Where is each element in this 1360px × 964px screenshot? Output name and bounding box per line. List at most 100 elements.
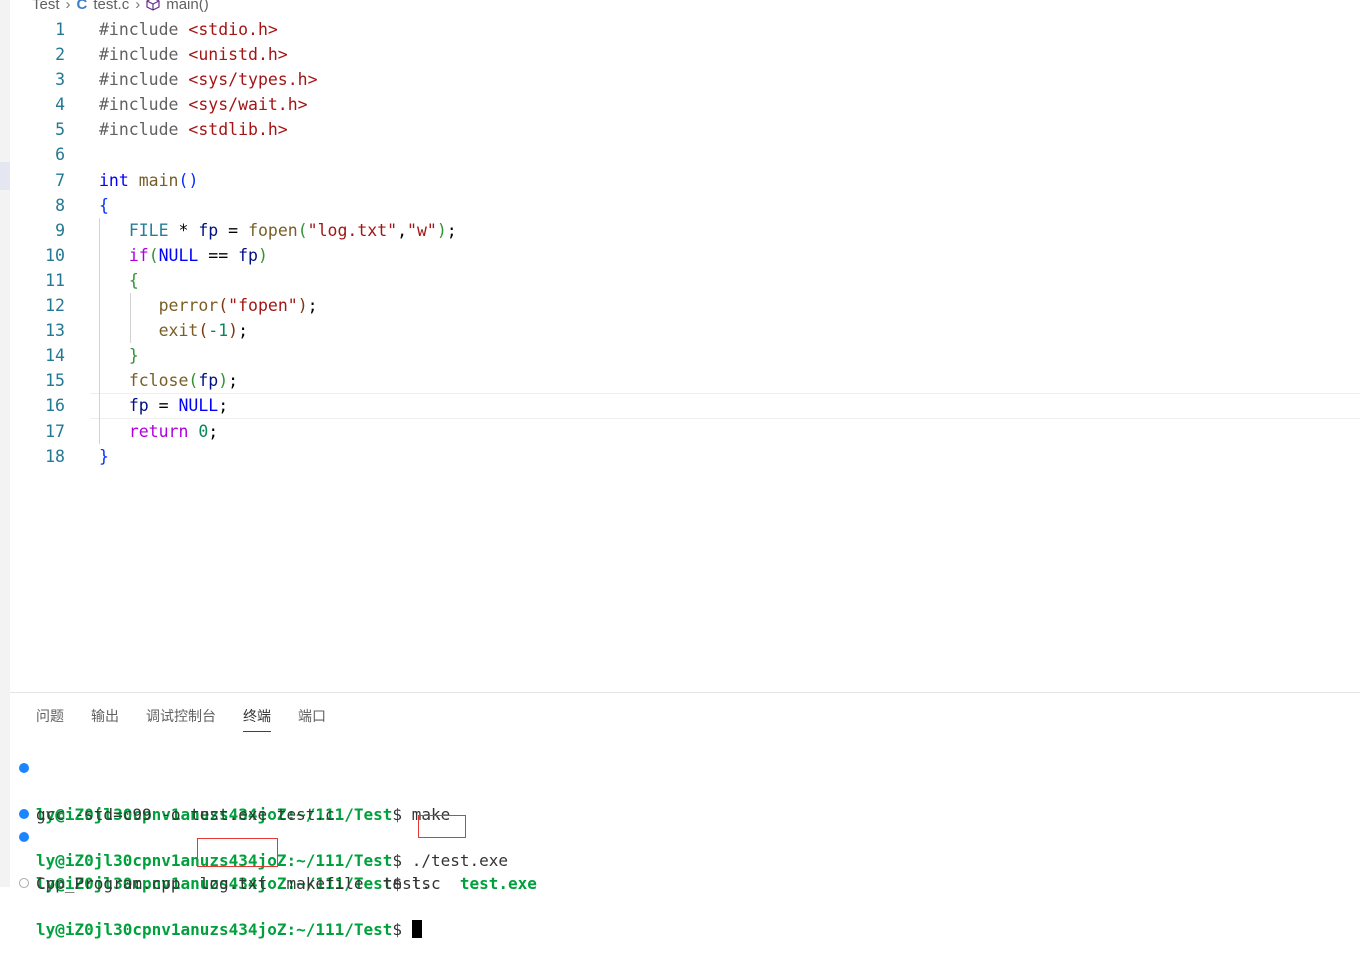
punctuation: ; — [208, 421, 219, 441]
punctuation: ; — [228, 371, 239, 391]
bracket: ) — [188, 170, 199, 190]
line-number: 4 — [55, 95, 65, 115]
header-name: <stdio.h> — [188, 20, 278, 39]
code-line[interactable]: 17 return 0; — [10, 418, 1360, 444]
include-keyword: #include — [99, 95, 189, 115]
prompt-user-host: ly@iZ0jl30cpnv1anuzs434joZ — [36, 920, 287, 939]
function-call: fopen — [248, 220, 298, 240]
code-line-current[interactable]: 16 fp = NULL; — [10, 393, 1360, 419]
include-keyword: #include — [99, 20, 189, 39]
highlight-box — [197, 838, 278, 867]
include-keyword: #include — [99, 120, 189, 140]
highlight-box — [418, 815, 466, 838]
operator: = — [218, 220, 249, 240]
prompt-symbol: $ — [392, 920, 412, 939]
terminal-line: ly@iZ0jl30cpnv1anuzs434joZ:~/111/Test$ — [10, 872, 1360, 939]
code-line[interactable]: 13 exit(-1); — [10, 318, 1360, 344]
line-number: 8 — [55, 195, 65, 215]
punctuation: ; — [307, 296, 318, 316]
code-line[interactable]: 4 #include <sys/wait.h> — [10, 92, 1360, 117]
command-status-icon[interactable] — [19, 832, 29, 842]
punctuation: ; — [446, 220, 457, 240]
variable: fp — [198, 220, 219, 240]
code-line[interactable]: 11 { — [10, 267, 1360, 294]
number-literal: 0 — [198, 421, 209, 441]
tab-terminal[interactable]: 终端 — [243, 706, 271, 732]
line-number: 16 — [45, 396, 65, 416]
bracket: ) — [436, 220, 447, 240]
code-line[interactable]: 5 #include <stdlib.h> — [10, 117, 1360, 142]
code-line[interactable]: 6 — [10, 142, 1360, 167]
include-keyword: #include — [99, 45, 189, 65]
function-call: perror — [158, 296, 219, 316]
breadcrumb-folder[interactable]: Test — [32, 0, 60, 13]
macro: NULL — [158, 245, 199, 265]
function-call: fclose — [128, 371, 189, 391]
code-line[interactable]: 12 perror("fopen"); — [10, 293, 1360, 319]
line-number: 14 — [45, 346, 65, 366]
terminal-line: ly@iZ0jl30cpnv1anuzs434joZ:~/111/Test$ m… — [10, 757, 1360, 824]
type-name: FILE — [128, 220, 169, 240]
terminal[interactable]: ly@iZ0jl30cpnv1anuzs434joZ:~/111/Test$ m… — [10, 757, 1360, 939]
bracket: ( — [198, 321, 209, 341]
chevron-right-icon: › — [135, 0, 141, 13]
line-number: 18 — [45, 446, 65, 466]
command-status-icon[interactable] — [19, 763, 29, 773]
activity-gutter — [0, 0, 10, 887]
line-number: 13 — [45, 321, 65, 341]
prompt-path: ~/111/Test — [296, 920, 393, 939]
line-number: 3 — [55, 70, 65, 90]
bracket: ) — [258, 245, 268, 265]
command-status-icon[interactable] — [19, 809, 29, 819]
code-line[interactable]: 3 #include <sys/types.h> — [10, 67, 1360, 92]
line-number: 1 — [55, 20, 65, 39]
punctuation: ; — [238, 321, 249, 341]
line-number: 2 — [55, 45, 65, 65]
panel-tabs: 问题 输出 调试控制台 终端 端口 — [36, 706, 353, 732]
code-line[interactable]: 14 } — [10, 343, 1360, 369]
variable: fp — [128, 396, 149, 416]
bracket: ( — [297, 220, 308, 240]
string-literal: "w" — [407, 220, 437, 240]
code-line[interactable]: 15 fclose(fp); — [10, 368, 1360, 394]
punctuation: ; — [218, 396, 229, 416]
code-line[interactable]: 9 FILE * fp = fopen("log.txt","w"); — [10, 217, 1360, 243]
header-name: <sys/wait.h> — [188, 95, 308, 115]
tab-problems[interactable]: 问题 — [36, 706, 64, 732]
code-editor[interactable]: 1 #include <stdio.h> 2 #include <unistd.h>… — [10, 17, 1360, 469]
bracket: } — [128, 346, 139, 366]
variable: fp — [238, 245, 258, 265]
tab-output[interactable]: 输出 — [91, 706, 119, 732]
line-number: 6 — [55, 145, 65, 165]
function-name: main — [138, 170, 179, 190]
terminal-line: gcc -std=c99 -o test.exe test.c — [10, 780, 1360, 824]
breadcrumb: Test › C test.c › main() — [32, 0, 209, 13]
variable: fp — [198, 371, 219, 391]
line-number: 17 — [45, 421, 65, 441]
line-number: 11 — [45, 270, 65, 290]
include-keyword: #include — [99, 70, 189, 90]
breadcrumb-file[interactable]: test.c — [93, 0, 129, 13]
code-line[interactable]: 1 #include <stdio.h> — [10, 17, 1360, 42]
function-call: exit — [158, 321, 199, 341]
code-line[interactable]: 8{ — [10, 193, 1360, 218]
type-keyword: int — [99, 170, 129, 190]
control-keyword: return — [128, 421, 189, 441]
active-indicator — [0, 162, 10, 190]
tab-debug-console[interactable]: 调试控制台 — [146, 706, 216, 732]
bracket: ) — [297, 296, 308, 316]
punctuation: , — [397, 220, 408, 240]
code-line[interactable]: 2 #include <unistd.h> — [10, 42, 1360, 67]
code-line[interactable]: 7 int main() — [10, 168, 1360, 193]
breadcrumb-symbol[interactable]: main() — [166, 0, 209, 13]
code-line[interactable]: 18} — [10, 444, 1360, 469]
code-line[interactable]: 10 if(NULL == fp) — [10, 242, 1360, 268]
string-literal: "fopen" — [228, 296, 298, 316]
tab-ports[interactable]: 端口 — [298, 706, 326, 732]
line-number: 12 — [45, 296, 65, 316]
bracket: ) — [218, 371, 229, 391]
method-cube-icon — [146, 0, 160, 11]
chevron-right-icon: › — [65, 0, 71, 13]
bracket: } — [99, 446, 109, 466]
operator: = — [148, 396, 179, 416]
